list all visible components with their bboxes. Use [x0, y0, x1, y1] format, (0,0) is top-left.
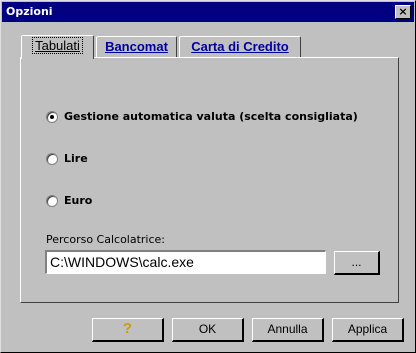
help-button[interactable]: ? — [92, 318, 164, 342]
tab-carta-di-credito[interactable]: Carta di Credito — [179, 36, 301, 58]
title-bar[interactable]: Opzioni × — [2, 2, 414, 22]
tab-carta-di-credito-label: Carta di Credito — [191, 39, 289, 54]
window-title: Opzioni — [6, 5, 53, 18]
help-question-icon: ? — [122, 320, 133, 337]
tab-tabulati-label: Tabulati — [32, 37, 83, 54]
tab-panel-tabulati: Gestione automatica valuta (scelta consi… — [20, 57, 399, 303]
radio-button[interactable] — [46, 195, 58, 207]
ok-button-label: OK — [198, 322, 217, 336]
radio-label-euro: Euro — [64, 194, 93, 207]
radio-dot-icon — [50, 115, 54, 119]
radio-button-checked[interactable] — [46, 111, 58, 123]
ok-button[interactable]: OK — [172, 318, 244, 342]
radio-label-lire: Lire — [64, 152, 88, 165]
apply-button[interactable]: Applica — [332, 318, 404, 342]
close-icon: × — [398, 5, 408, 18]
cancel-button[interactable]: Annulla — [252, 318, 324, 342]
tab-tabulati[interactable]: Tabulati — [21, 35, 94, 59]
cancel-button-label: Annulla — [267, 322, 308, 336]
tab-bancomat-label: Bancomat — [105, 39, 168, 54]
apply-button-label: Applica — [347, 322, 388, 336]
radio-label-gestione-automatica: Gestione automatica valuta (scelta consi… — [64, 110, 358, 123]
options-dialog: Opzioni × Tabulati Bancomat Carta di Cre… — [0, 0, 416, 353]
radio-button[interactable] — [46, 153, 58, 165]
calculator-path-input[interactable]: C:\WINDOWS\calc.exe — [45, 250, 326, 274]
browse-button[interactable]: ... — [334, 251, 380, 275]
calculator-path-label: Percorso Calcolatrice: — [46, 233, 166, 246]
tab-bancomat[interactable]: Bancomat — [96, 36, 177, 58]
close-button[interactable]: × — [395, 5, 411, 19]
